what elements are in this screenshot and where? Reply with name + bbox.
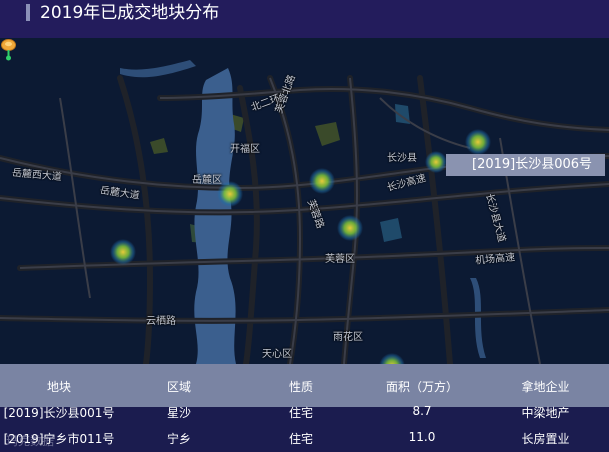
- cell-type: 住宅: [288, 406, 313, 420]
- cell-company: 中梁地产: [521, 406, 570, 420]
- land-table: 地块 区域 性质 面积（万方） 拿地企业 [2019]长沙县001号 星沙 住宅…: [0, 364, 609, 450]
- river-branch: [470, 278, 486, 358]
- land-heat-point[interactable]: [425, 151, 447, 173]
- map-label: 芙蓉区: [325, 254, 355, 265]
- cell-area: 星沙: [166, 406, 191, 420]
- map-label: 岳麓区: [192, 175, 222, 186]
- page-header: 2019年已成交地块分布: [0, 0, 609, 38]
- map-label: 云栖路: [146, 316, 176, 327]
- land-heat-point[interactable]: [309, 168, 335, 194]
- land-heat-point[interactable]: [465, 129, 491, 155]
- column-header: 区域: [166, 380, 191, 394]
- land-heat-point[interactable]: [110, 239, 136, 265]
- table-header: 地块 区域 性质 面积（万方） 拿地企业: [0, 364, 609, 407]
- cell-type: 住宅: [288, 432, 313, 446]
- park-area: [315, 122, 340, 146]
- column-header: 面积（万方）: [385, 380, 458, 394]
- column-header: 性质: [288, 380, 313, 394]
- map-label: 长沙县: [387, 153, 417, 164]
- land-heat-point[interactable]: [337, 215, 363, 241]
- cell-size: 8.7: [412, 404, 432, 418]
- column-header: 地块: [46, 380, 71, 394]
- map-pin-icon[interactable]: [0, 38, 17, 62]
- watermark: 玛克数据: [6, 434, 55, 448]
- map-tooltip: [2019]长沙县006号: [446, 154, 605, 176]
- lake-area: [380, 218, 402, 242]
- title-accent-bar: [26, 4, 30, 21]
- page-title: 2019年已成交地块分布: [40, 3, 220, 23]
- cell-company: 长房置业: [521, 432, 570, 446]
- park-area: [150, 138, 168, 154]
- land-map[interactable]: 芙蓉北路 北二环 开福区 岳麓区 长沙县 长沙高速 岳麓西大道 岳麓大道 芙蓉路…: [0, 38, 609, 364]
- major-roads: [0, 75, 609, 364]
- cell-plot: [2019]长沙县001号: [3, 406, 115, 420]
- land-heat-point[interactable]: [379, 353, 405, 364]
- river-branch: [120, 60, 196, 78]
- map-label: 雨花区: [333, 332, 363, 343]
- map-label: 天心区: [262, 349, 292, 360]
- cell-area: 宁乡: [166, 432, 191, 446]
- table-row[interactable]: [2019]宁乡市011号 宁乡 住宅 11.0 长房置业: [0, 430, 609, 452]
- cell-size: 11.0: [408, 430, 436, 444]
- map-label: 开福区: [230, 144, 260, 155]
- table-row[interactable]: [2019]长沙县001号 星沙 住宅 8.7 中梁地产: [0, 404, 609, 426]
- column-header: 拿地企业: [521, 380, 570, 394]
